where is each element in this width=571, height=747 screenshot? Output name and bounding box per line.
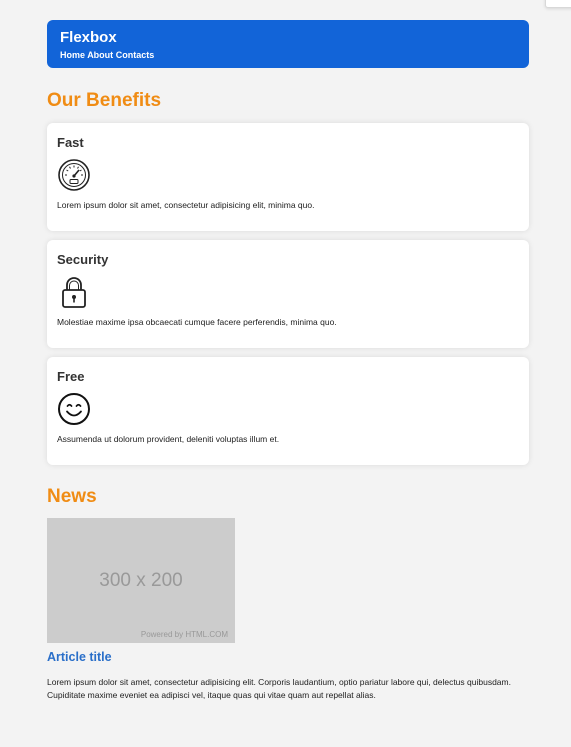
article-image[interactable]: 300 x 200 Powered by HTML.COM	[47, 518, 235, 643]
benefit-title: Fast	[57, 135, 84, 150]
nav-home-link[interactable]: Home	[60, 50, 85, 60]
image-powered-by: Powered by HTML.COM	[140, 630, 228, 639]
main-nav: Home About Contacts	[60, 50, 516, 61]
smiley-icon	[58, 393, 90, 425]
corner-tab[interactable]	[545, 0, 571, 8]
benefit-card-fast: Fast Lorem ipsum dolor sit amet, consect…	[47, 123, 529, 231]
lock-icon	[62, 277, 86, 308]
benefit-text: Assumenda ut dolorum provident, deleniti…	[57, 434, 280, 444]
brand-logo[interactable]: Flexbox	[60, 29, 516, 46]
benefit-text: Molestiae maxime ipsa obcaecati cumque f…	[57, 317, 337, 327]
image-size-label: 300 x 200	[99, 570, 183, 591]
speedometer-icon	[58, 159, 90, 191]
page-container: Flexbox Home About Contacts Our Benefits…	[47, 20, 529, 711]
news-heading: News	[47, 486, 97, 507]
benefit-title: Free	[57, 369, 85, 384]
nav-contacts-link[interactable]: Contacts	[116, 50, 155, 60]
nav-about-link[interactable]: About	[87, 50, 113, 60]
site-header: Flexbox Home About Contacts	[47, 20, 529, 68]
benefit-text: Lorem ipsum dolor sit amet, consectetur …	[57, 200, 315, 210]
benefit-card-free: Free Assumenda ut dolorum provident, del…	[47, 357, 529, 465]
benefit-title: Security	[57, 252, 109, 267]
benefits-heading: Our Benefits	[47, 90, 162, 111]
article-title-link[interactable]: Article title	[47, 650, 529, 664]
benefit-card-security: Security Molestiae maxime ipsa obcaecati…	[47, 240, 529, 348]
article-body: Lorem ipsum dolor sit amet, consectetur …	[47, 677, 511, 700]
